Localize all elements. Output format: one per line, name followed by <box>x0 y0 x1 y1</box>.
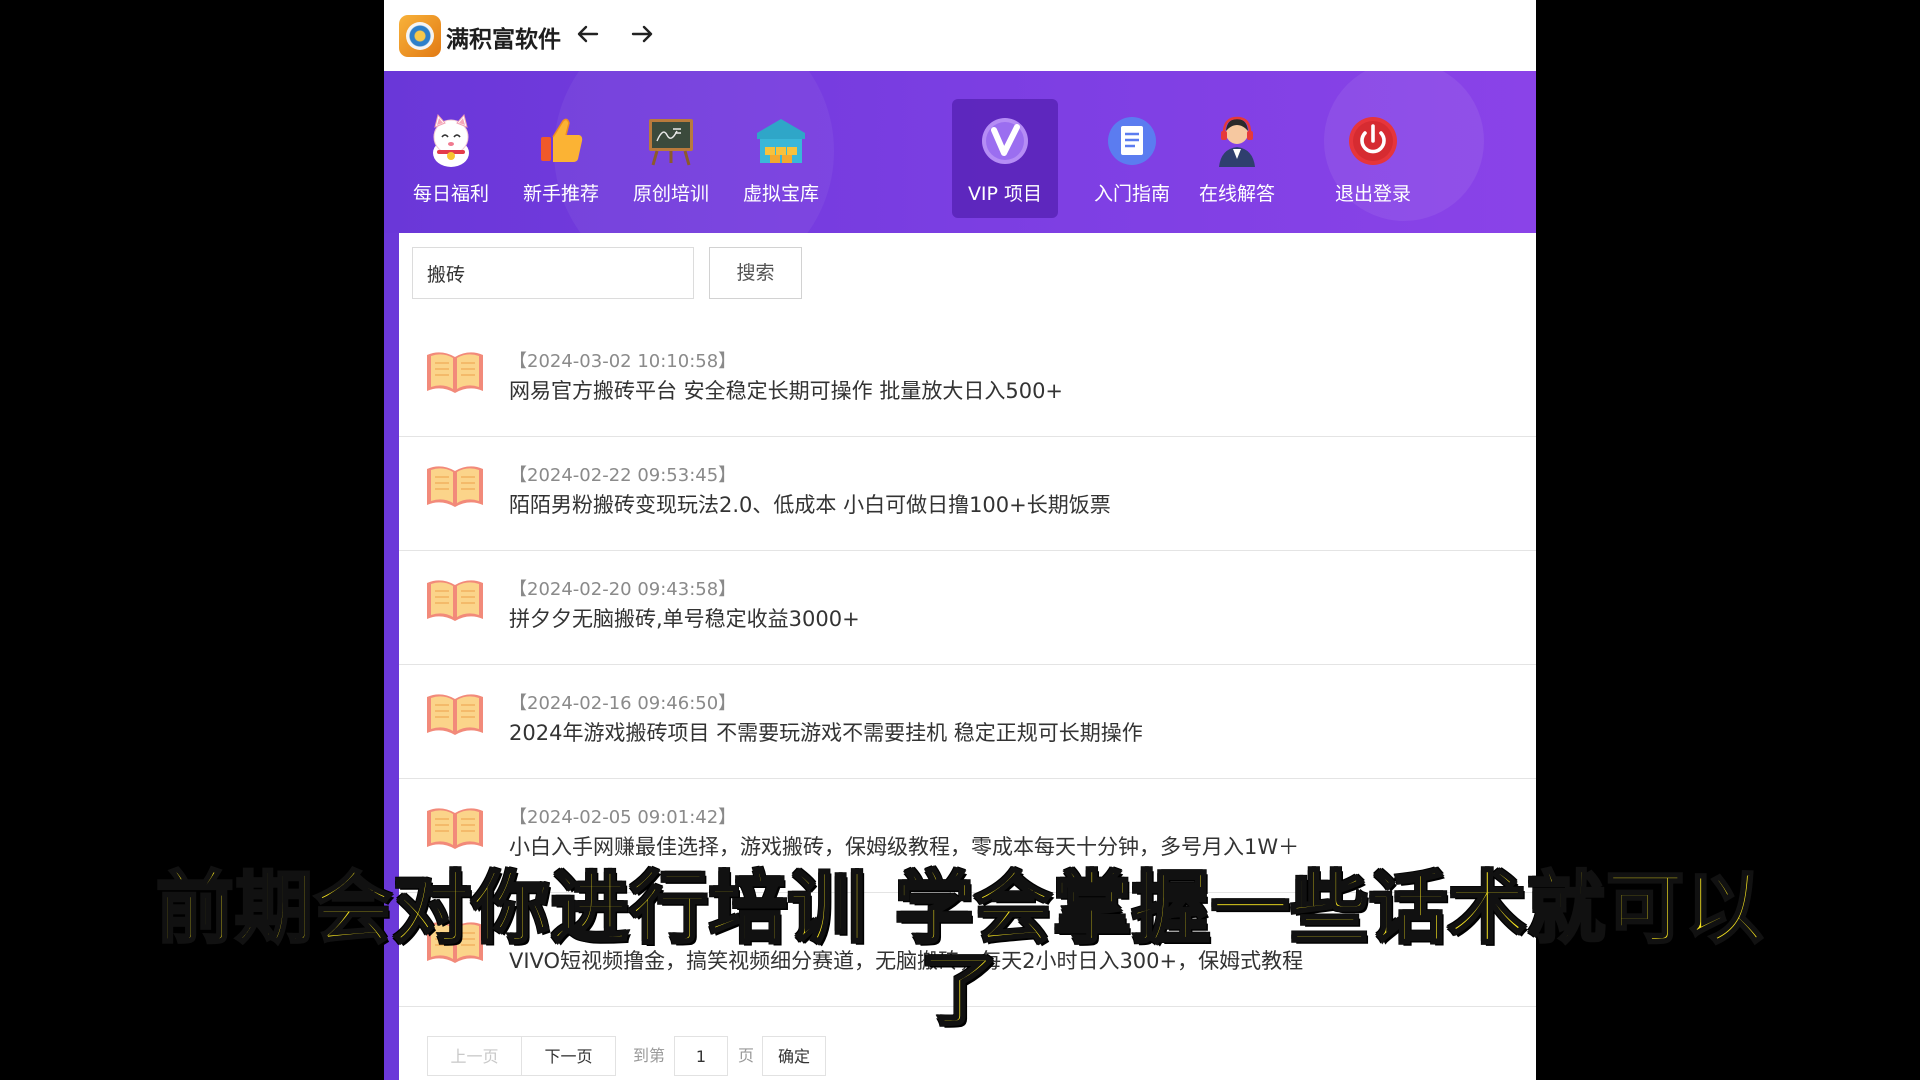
nav-label: 入门指南 <box>1093 183 1170 205</box>
item-date: 【2024-03-02 10:10:58】 <box>509 351 737 372</box>
nav-item-getting-started[interactable]: 入门指南 <box>1079 99 1185 218</box>
nav-item-online-answers[interactable]: 在线解答 <box>1184 99 1290 218</box>
open-book-icon <box>427 352 483 393</box>
nav-item-daily-welfare[interactable]: 每日福利 <box>398 99 504 218</box>
thumbs-up-icon <box>541 118 583 162</box>
search-input[interactable] <box>412 247 694 299</box>
open-book-icon <box>427 694 483 735</box>
nav-item-original-training[interactable]: 原创培训 <box>618 99 724 218</box>
warehouse-icon <box>757 119 805 163</box>
app-title: 满积富软件 <box>446 27 561 53</box>
item-title[interactable]: 小白入手网赚最佳选择，游戏搬砖，保姆级教程，零成本每天十分钟，多号月入1W＋ <box>509 831 1299 861</box>
nav-label: 退出登录 <box>1334 183 1411 205</box>
open-book-icon <box>427 580 483 621</box>
list-item[interactable]: 【2024-02-22 09:53:45】 陌陌男粉搬砖变现玩法2.0、低成本 … <box>399 437 1536 551</box>
confirm-page-button[interactable]: 确定 <box>762 1036 826 1076</box>
top-navigation: 每日福利 新手推荐 原创培训 虚拟宝库 VIP 项目 入门指南 在线解答 退出登… <box>384 71 1536 233</box>
item-date: 【2024-02-20 09:43:58】 <box>509 579 737 600</box>
forward-arrow-icon[interactable] <box>628 20 656 48</box>
nav-item-virtual-treasury[interactable]: 虚拟宝库 <box>728 99 834 218</box>
document-icon <box>1108 117 1156 165</box>
item-title[interactable]: 陌陌男粉搬砖变现玩法2.0、低成本 小白可做日撸100+长期饭票 <box>509 489 1111 519</box>
list-item[interactable]: 【2024-02-20 09:43:58】 拼夕夕无脑搬砖,单号稳定收益3000… <box>399 551 1536 665</box>
page-number-input[interactable]: 1 <box>674 1036 728 1076</box>
chalkboard-icon <box>649 119 693 166</box>
title-bar: 满积富软件 <box>384 0 1536 71</box>
list-item[interactable]: 【2024-02-16 09:46:50】 2024年游戏搬砖项目 不需要玩游戏… <box>399 665 1536 779</box>
nav-label: 新手推荐 <box>522 183 599 205</box>
nav-item-newbie-recommend[interactable]: 新手推荐 <box>508 99 614 218</box>
item-date: 【2024-02-22 09:53:45】 <box>509 465 737 486</box>
open-book-icon <box>427 808 483 849</box>
search-button[interactable]: 搜索 <box>709 247 802 299</box>
app-logo-icon <box>399 15 441 57</box>
nav-item-logout[interactable]: 退出登录 <box>1320 99 1426 218</box>
item-title[interactable]: 2024年游戏搬砖项目 不需要玩游戏不需要挂机 稳定正规可长期操作 <box>509 717 1143 747</box>
video-subtitle: 前期会对你进行培训 学会掌握一些话术就可以 了 <box>140 864 1780 1036</box>
prev-page-button[interactable]: 上一页 <box>427 1036 522 1076</box>
list-item[interactable]: 【2024-03-02 10:10:58】 网易官方搬砖平台 安全稳定长期可操作… <box>399 323 1536 437</box>
item-date: 【2024-02-16 09:46:50】 <box>509 693 737 714</box>
next-page-button[interactable]: 下一页 <box>521 1036 616 1076</box>
item-title[interactable]: 网易官方搬砖平台 安全稳定长期可操作 批量放大日入500+ <box>509 375 1063 405</box>
subtitle-line-2: 了 <box>919 946 1000 1036</box>
nav-label: VIP 项目 <box>967 183 1043 205</box>
nav-label: 原创培训 <box>632 183 709 205</box>
power-icon <box>1349 117 1397 165</box>
nav-label: 虚拟宝库 <box>742 183 819 205</box>
open-book-icon <box>427 466 483 507</box>
item-date: 【2024-02-05 09:01:42】 <box>509 807 737 828</box>
back-arrow-icon[interactable] <box>574 20 602 48</box>
item-title[interactable]: 拼夕夕无脑搬砖,单号稳定收益3000+ <box>509 603 860 633</box>
page-unit-label: 页 <box>733 1036 759 1076</box>
nav-label: 在线解答 <box>1198 183 1275 205</box>
nav-item-vip-project[interactable]: VIP 项目 <box>952 99 1058 218</box>
goto-label: 到第 <box>629 1036 669 1076</box>
support-agent-icon <box>1219 116 1255 167</box>
subtitle-line-1: 前期会对你进行培训 学会掌握一些话术就可以 <box>154 864 1765 954</box>
vip-icon <box>982 118 1028 164</box>
nav-label: 每日福利 <box>412 183 489 205</box>
lucky-cat-icon <box>433 113 469 167</box>
